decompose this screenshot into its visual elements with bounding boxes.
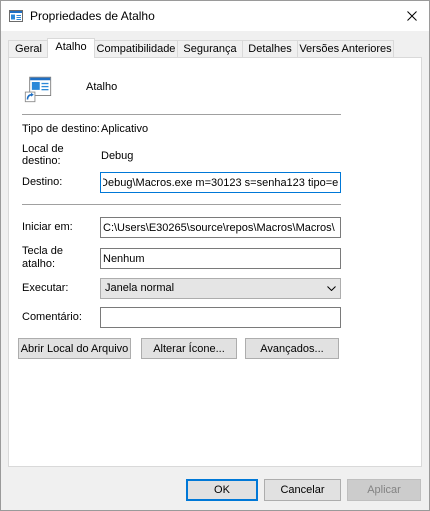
tab-atalho[interactable]: Atalho xyxy=(47,38,95,58)
target-location-label: Local de destino: xyxy=(22,143,64,167)
change-icon-button[interactable]: Alterar Ícone... xyxy=(141,338,237,359)
shortcut-name: Atalho xyxy=(86,81,118,93)
tab-detalhes[interactable]: Detalhes xyxy=(242,40,298,57)
tab-panel-atalho: Atalho Tipo de destino: Aplicativo Local… xyxy=(8,57,422,467)
chevron-down-icon[interactable] xyxy=(327,286,336,291)
tab-compatibilidade[interactable]: Compatibilidade xyxy=(94,40,178,57)
run-mode-value: Janela normal xyxy=(105,282,175,294)
window-title: Propriedades de Atalho xyxy=(30,9,155,23)
shortcut-icon xyxy=(24,76,52,103)
start-in-field[interactable] xyxy=(100,217,341,238)
separator xyxy=(22,114,341,115)
advanced-button[interactable]: Avançados... xyxy=(245,338,339,359)
start-in-label: Iniciar em: xyxy=(22,221,73,233)
close-icon xyxy=(407,10,417,21)
run-label: Executar: xyxy=(22,282,69,294)
comment-label: Comentário: xyxy=(22,311,82,323)
apply-button[interactable]: Aplicar xyxy=(347,479,421,501)
ok-button[interactable]: OK xyxy=(186,479,258,501)
tab-geral[interactable]: Geral xyxy=(8,40,49,57)
cancel-button[interactable]: Cancelar xyxy=(264,479,341,501)
tab-versoes-anteriores[interactable]: Versões Anteriores xyxy=(297,40,394,57)
hotkey-field[interactable] xyxy=(100,248,341,269)
shortcut-properties-icon xyxy=(9,10,23,22)
open-file-location-button[interactable]: Abrir Local do Arquivo xyxy=(18,338,131,359)
run-mode-select[interactable]: Janela normal xyxy=(100,278,341,299)
shortcut-properties-dialog: Propriedades de Atalho Geral Atalho Comp… xyxy=(0,0,430,511)
title-bar[interactable]: Propriedades de Atalho xyxy=(0,0,430,31)
target-field[interactable] xyxy=(100,172,341,193)
target-label: Destino: xyxy=(22,176,63,188)
target-type-label: Tipo de destino: xyxy=(22,123,100,135)
target-type-value: Aplicativo xyxy=(101,123,149,135)
target-location-value: Debug xyxy=(101,150,134,162)
hotkey-label: Tecla de atalho: xyxy=(22,245,63,270)
close-button[interactable] xyxy=(394,0,430,31)
tab-seguranca[interactable]: Segurança xyxy=(177,40,243,57)
separator xyxy=(22,204,341,205)
comment-field[interactable] xyxy=(100,307,341,328)
